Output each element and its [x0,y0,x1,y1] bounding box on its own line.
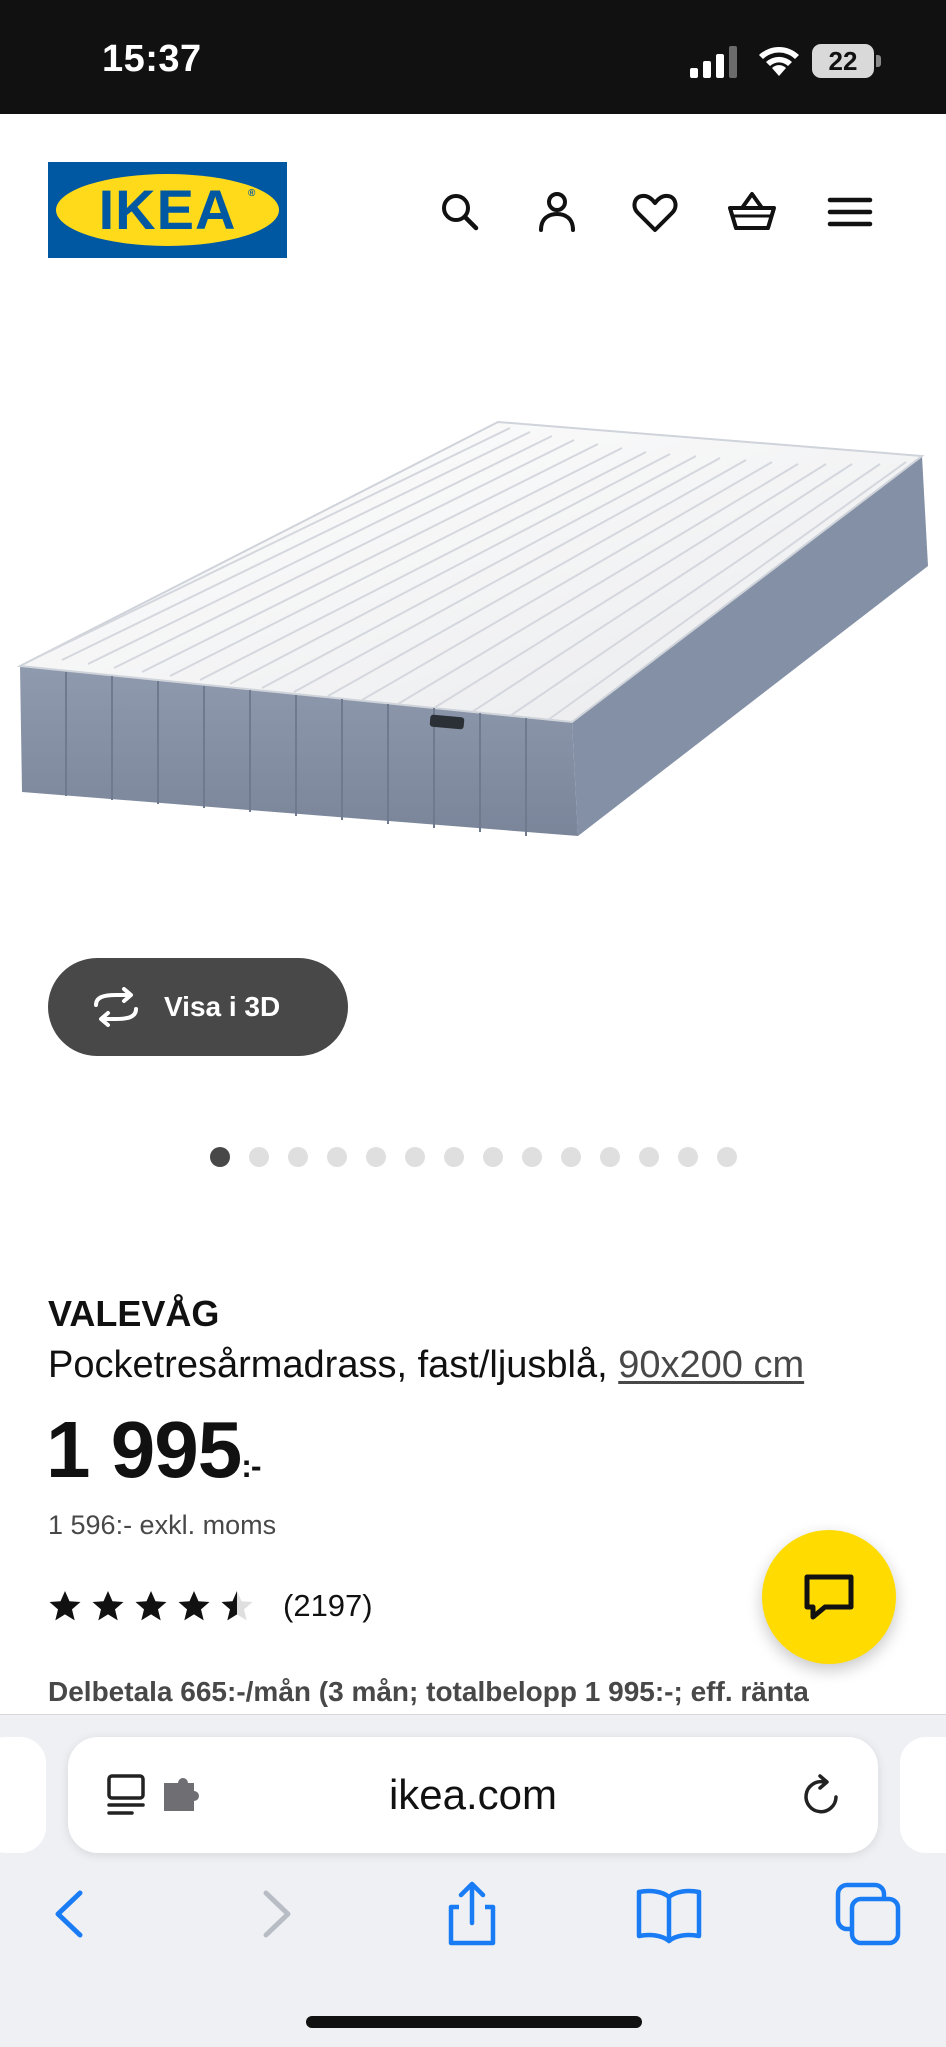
status-time: 15:37 [102,38,202,80]
bookmarks-icon[interactable] [634,1879,704,1949]
wifi-icon [759,47,799,76]
pagination-dot[interactable] [561,1147,581,1167]
share-icon[interactable] [437,1879,507,1949]
browser-toolbar: ikea.com [0,1714,946,2047]
pagination-dot[interactable] [366,1147,386,1167]
rotate-3d-icon [94,987,138,1027]
star-half-icon [221,1591,253,1621]
price-excl-vat: 1 596:- exkl. moms [48,1510,277,1540]
heart-icon[interactable] [629,186,681,238]
price: 1 995:- [46,1404,262,1496]
reload-icon[interactable] [798,1773,844,1819]
pagination-dot[interactable] [444,1147,464,1167]
pagination-dot[interactable] [600,1147,620,1167]
view-3d-label: Visa i 3D [164,991,281,1022]
previous-tab-peek[interactable] [0,1737,46,1853]
pagination-dot[interactable] [288,1147,308,1167]
pagination-dot[interactable] [639,1147,659,1167]
size-link[interactable]: 90x200 cm [618,1344,804,1386]
status-bar: 15:37 22 [0,0,946,114]
star-icon [135,1591,167,1621]
signal-icon [690,46,737,78]
star-icon [92,1591,124,1621]
image-pagination [210,1147,737,1167]
account-icon[interactable] [531,186,583,238]
pagination-dot[interactable] [483,1147,503,1167]
view-3d-button[interactable]: Visa i 3D [48,958,348,1056]
url-text: ikea.com [388,1771,558,1818]
pagination-dot[interactable] [522,1147,542,1167]
pagination-dot[interactable] [678,1147,698,1167]
search-icon[interactable] [434,186,486,238]
pagination-dot[interactable] [717,1147,737,1167]
installment-info: Delbetala 665:-/mån (3 mån; totalbelopp … [48,1676,809,1707]
basket-icon[interactable] [726,186,778,238]
pagination-dot[interactable] [405,1147,425,1167]
chat-button[interactable] [762,1530,896,1664]
star-icon [49,1591,81,1621]
chat-icon [804,1574,854,1620]
rating-count: (2197) [283,1588,373,1623]
ikea-logo[interactable]: IKEA ® [48,162,287,258]
next-tab-peek[interactable] [900,1737,946,1853]
mattress-image [16,420,928,836]
site-header: IKEA ® [0,114,946,304]
rating[interactable]: (2197) [48,1586,373,1626]
back-icon[interactable] [36,1879,106,1949]
product-description-text: Pocketresårmadrass, fast/ljusblå, [48,1344,619,1386]
product-name: VALEVÅG [48,1293,220,1334]
address-bar[interactable]: ikea.com [68,1737,878,1853]
home-indicator[interactable] [306,2016,642,2028]
tabs-icon[interactable] [834,1879,904,1949]
logo-text: IKEA [98,178,237,241]
star-icon [178,1591,210,1621]
battery-icon: 22 [812,44,882,78]
forward-icon[interactable] [240,1879,310,1949]
battery-level: 22 [828,46,858,76]
logo-registered-mark: ® [248,188,256,199]
pagination-dot[interactable] [249,1147,269,1167]
menu-icon[interactable] [824,186,876,238]
price-suffix: :- [241,1448,261,1484]
product-description: Pocketresårmadrass, fast/ljusblå, 90x200… [48,1344,804,1387]
pagination-dot[interactable] [327,1147,347,1167]
product-image[interactable] [0,304,946,984]
price-value: 1 995 [46,1405,242,1494]
pagination-dot[interactable] [210,1147,230,1167]
